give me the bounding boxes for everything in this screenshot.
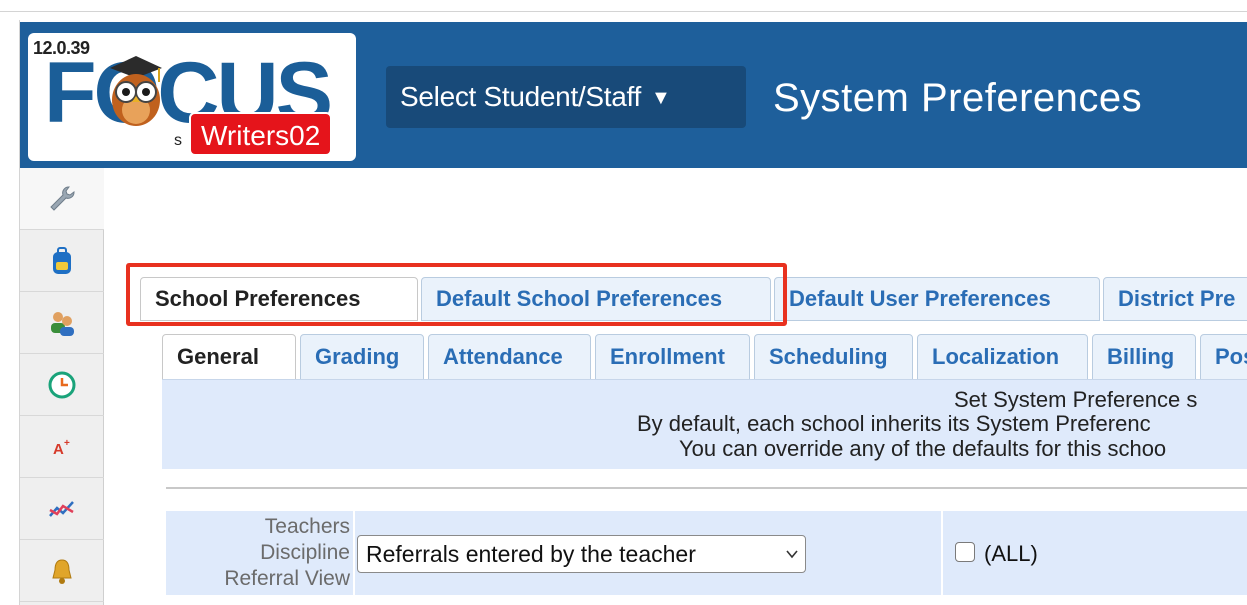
secondary-tab-bar: General Grading Attendance Enrollment Sc… — [162, 334, 1247, 380]
referral-view-select-value: Referrals entered by the teacher — [366, 541, 696, 567]
apply-all-checkbox[interactable] — [955, 542, 975, 562]
info-line-2: By default, each school inherits its Sys… — [637, 411, 1151, 436]
setting-label-line-1: Teachers — [264, 515, 350, 538]
sidebar-item-users[interactable] — [20, 292, 104, 354]
tab-pos[interactable]: Pos — [1200, 334, 1247, 380]
info-line-1: Set System Preference s — [954, 387, 1198, 412]
bell-icon — [52, 558, 72, 584]
select-student-staff-button[interactable]: Select Student/Staff ▼ — [386, 66, 746, 128]
app-window: 12.0.39 FOCUS s Writers02 Select Student… — [0, 0, 1247, 605]
window-top-edge — [0, 0, 1247, 12]
setting-label: Teachers Discipline Referral View — [166, 514, 350, 592]
info-line-3: You can override any of the defaults for… — [679, 436, 1167, 461]
tab-enrollment[interactable]: Enrollment — [595, 334, 750, 380]
setting-label-line-3: Referral View — [224, 567, 350, 590]
backpack-icon — [53, 246, 71, 274]
sidebar-item-students[interactable] — [20, 230, 104, 292]
sidebar-item-alerts[interactable] — [20, 540, 104, 602]
apply-all-label: (ALL) — [984, 541, 1038, 566]
users-icon — [51, 311, 74, 336]
sidebar-item-setup[interactable] — [20, 168, 104, 230]
owl-mascot-icon — [110, 56, 162, 126]
tab-default-user-preferences[interactable]: Default User Preferences — [774, 277, 1100, 321]
chart-icon — [49, 500, 74, 517]
sidebar-item-attendance[interactable] — [20, 354, 104, 416]
setting-label-line-2: Discipline — [260, 541, 350, 564]
tab-grading[interactable]: Grading — [300, 334, 424, 380]
user-badge: Writers02 — [189, 112, 333, 156]
version-label: 12.0.39 — [33, 38, 90, 58]
select-student-staff-label: Select Student/Staff — [400, 81, 641, 112]
sidebar-item-grades[interactable]: A + — [20, 416, 104, 478]
grade-a-plus-icon: A + — [53, 438, 70, 458]
section-divider — [166, 487, 1247, 489]
wrench-icon — [50, 186, 75, 211]
referral-view-select[interactable]: Referrals entered by the teacher — [357, 535, 806, 573]
tab-localization[interactable]: Localization — [917, 334, 1088, 380]
tab-highlight-annotation — [126, 263, 787, 326]
tab-attendance[interactable]: Attendance — [428, 334, 591, 380]
tab-general[interactable]: General — [162, 334, 296, 380]
school-label-fragment: s — [174, 132, 182, 149]
chevron-down-icon — [785, 536, 799, 586]
clock-icon — [48, 371, 76, 398]
tab-district-preferences[interactable]: District Pre — [1103, 277, 1247, 321]
window-left-edge — [12, 20, 20, 605]
tab-scheduling[interactable]: Scheduling — [754, 334, 913, 380]
svg-text:A: A — [53, 441, 64, 458]
sidebar-item-reports[interactable] — [20, 478, 104, 540]
page-title: System Preferences — [773, 76, 1143, 120]
svg-text:+: + — [64, 438, 70, 449]
caret-down-icon: ▼ — [650, 87, 671, 109]
tab-billing[interactable]: Billing — [1092, 334, 1196, 380]
